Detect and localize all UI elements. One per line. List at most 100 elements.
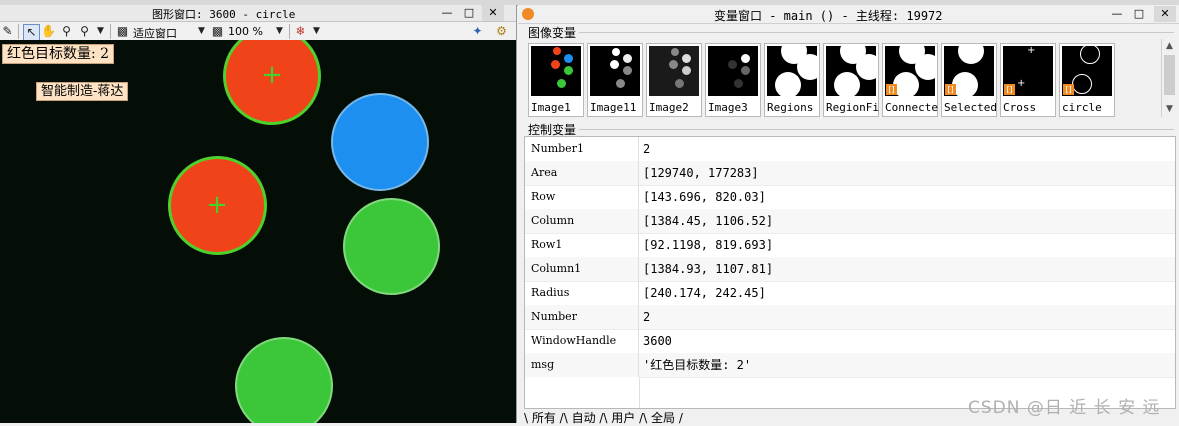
scroll-down-icon[interactable]: ▼	[1162, 102, 1177, 116]
minimize-button[interactable]: —	[436, 5, 458, 21]
zoom-icon[interactable]: ⚲	[59, 24, 74, 39]
green-disc	[343, 198, 440, 295]
watermark: CSDN @日 近 长 安 远	[968, 398, 1161, 418]
region-array-icon: []	[1062, 46, 1112, 96]
region-icon	[767, 46, 817, 96]
cross-marker: +	[261, 60, 283, 90]
empty-name-column	[525, 377, 640, 408]
variable-name: Radius	[525, 281, 639, 305]
iconic-variable-name: Image3	[708, 101, 748, 114]
variable-value: 3600	[643, 334, 672, 348]
iconic-variable-item[interactable]: [] circle	[1059, 43, 1115, 117]
variable-scope-tabs[interactable]: \ 所有 /\ 自动 /\ 用户 /\ 全局 /	[524, 409, 683, 426]
variable-window: 变量窗口 - main () - 主线程: 19972 — □ ✕ 图像变量 I…	[518, 5, 1179, 426]
iconic-variable-item[interactable]: RegionFi	[823, 43, 879, 117]
variable-window-titlebar[interactable]: 变量窗口 - main () - 主线程: 19972 — □ ✕	[518, 5, 1179, 24]
fit-window-button[interactable]: 适应窗口	[133, 25, 177, 41]
maximize-button[interactable]: □	[458, 5, 480, 21]
iconic-scrollbar[interactable]: ▲ ▼	[1161, 39, 1177, 117]
image-canvas[interactable]: + + 红色目标数量: 2 智能制造-蒋达	[0, 40, 516, 423]
close-button[interactable]: ✕	[1154, 6, 1176, 22]
table-row[interactable]: Number 2	[525, 305, 1175, 330]
control-variables-table: Number1 2 Area [129740, 177283] Row [143…	[524, 136, 1176, 409]
table-row[interactable]: WindowHandle 3600	[525, 329, 1175, 354]
eraser-icon[interactable]: ✎	[0, 24, 15, 39]
table-row[interactable]: Radius [240.174, 242.45]	[525, 281, 1175, 306]
table-row[interactable]: Area [129740, 177283]	[525, 161, 1175, 186]
iconic-variable-item[interactable]: Regions	[764, 43, 820, 117]
variable-name: WindowHandle	[525, 329, 639, 353]
region-array-icon: []	[885, 46, 935, 96]
scroll-up-icon[interactable]: ▲	[1162, 39, 1177, 53]
hand-icon[interactable]: ✋	[41, 24, 56, 39]
pointer-icon[interactable]: ↖	[23, 24, 40, 41]
settings-icon[interactable]: ⚙	[494, 24, 509, 39]
close-button[interactable]: ✕	[482, 5, 504, 21]
zoom-level-icon: ▩	[211, 24, 224, 38]
chevron-down-icon[interactable]: ▼	[93, 24, 108, 39]
array-badge-icon: []	[945, 84, 956, 95]
gray-image-icon	[649, 46, 699, 96]
table-row[interactable]: Column1 [1384.93, 1107.81]	[525, 257, 1175, 282]
gray-image-icon	[590, 46, 640, 96]
count-message-overlay: 红色目标数量: 2	[2, 44, 115, 64]
graphics-window-title: 图形窗口: 3600 - circle	[152, 8, 296, 21]
variable-value: [1384.93, 1107.81]	[643, 262, 774, 276]
variable-name: Area	[525, 161, 639, 185]
scrollbar-thumb[interactable]	[1164, 55, 1175, 95]
halcon-app-icon	[522, 8, 534, 20]
iconic-variable-name: Image11	[590, 101, 637, 114]
table-row[interactable]: Column [1384.45, 1106.52]	[525, 209, 1175, 234]
zoom-options-icon[interactable]: ⚲	[77, 24, 92, 39]
variable-value: 2	[643, 142, 651, 156]
iconic-variable-name: RegionFi	[826, 101, 879, 114]
fit-window-icon[interactable]: ▩	[115, 24, 130, 39]
variable-name: Column	[525, 209, 639, 233]
zoom-level-select[interactable]: 100 %	[228, 25, 263, 38]
toolbar-separator	[289, 24, 290, 39]
region-icon	[826, 46, 876, 96]
iconic-variable-name: Cross	[1003, 101, 1037, 114]
maximize-button[interactable]: □	[1128, 6, 1150, 22]
variable-name: Number1	[525, 137, 639, 161]
variable-name: Number	[525, 305, 639, 329]
variable-window-title: 变量窗口 - main () - 主线程: 19972	[714, 9, 943, 23]
iconic-variable-item[interactable]: [] Selected	[941, 43, 997, 117]
iconic-variable-item[interactable]: Image2	[646, 43, 702, 117]
iconic-variable-name: Regions	[767, 101, 814, 114]
variable-value: [143.696, 820.03]	[643, 190, 766, 204]
iconic-variable-name: Selected	[944, 101, 997, 114]
iconic-variable-item[interactable]: [] Connecte	[882, 43, 938, 117]
section-divider	[578, 129, 1174, 130]
array-badge-icon: []	[1004, 84, 1015, 95]
author-overlay: 智能制造-蒋达	[36, 82, 129, 101]
region-array-icon: []	[944, 46, 994, 96]
iconic-variable-item[interactable]: Image1	[528, 43, 584, 117]
green-disc	[235, 337, 333, 423]
variable-value: [1384.45, 1106.52]	[643, 214, 774, 228]
chevron-down-icon[interactable]: ▼	[194, 24, 209, 39]
toolbar-separator	[110, 24, 111, 39]
iconic-variables-label: 图像变量	[528, 24, 580, 41]
chevron-down-icon[interactable]: ▼	[272, 24, 287, 39]
graphics-toolbar: ✎ ↖ ✋ ⚲ ⚲ ▼ ▩ 适应窗口 ▼ ▩ 100 % ▼ ❄ ▼ ✦ ⚙	[0, 22, 516, 42]
graphics-window-titlebar[interactable]: 图形窗口: 3600 - circle — □ ✕	[0, 5, 516, 22]
table-row[interactable]: msg '红色目标数量: 2'	[525, 353, 1175, 378]
region-array-icon: + + []	[1003, 46, 1053, 96]
cross-marker: +	[206, 190, 228, 220]
table-row[interactable]: Row [143.696, 820.03]	[525, 185, 1175, 210]
table-row[interactable]: Row1 [92.1198, 819.693]	[525, 233, 1175, 258]
iconic-variable-name: Image1	[531, 101, 571, 114]
minimize-button[interactable]: —	[1106, 6, 1128, 22]
iconic-variables-list: Image1 Image11 Image2 Image3 Regions Reg…	[528, 43, 1160, 117]
color-settings-icon[interactable]: ❄	[293, 24, 308, 39]
table-row[interactable]: Number1 2	[525, 137, 1175, 162]
iconic-variable-name: circle	[1062, 101, 1102, 114]
iconic-variable-item[interactable]: + + [] Cross	[1000, 43, 1056, 117]
variable-name: Row1	[525, 233, 639, 257]
chevron-down-icon[interactable]: ▼	[309, 24, 324, 39]
iconic-variable-item[interactable]: Image11	[587, 43, 643, 117]
iconic-variable-item[interactable]: Image3	[705, 43, 761, 117]
inspect-icon[interactable]: ✦	[470, 24, 485, 39]
variable-value: [240.174, 242.45]	[643, 286, 766, 300]
